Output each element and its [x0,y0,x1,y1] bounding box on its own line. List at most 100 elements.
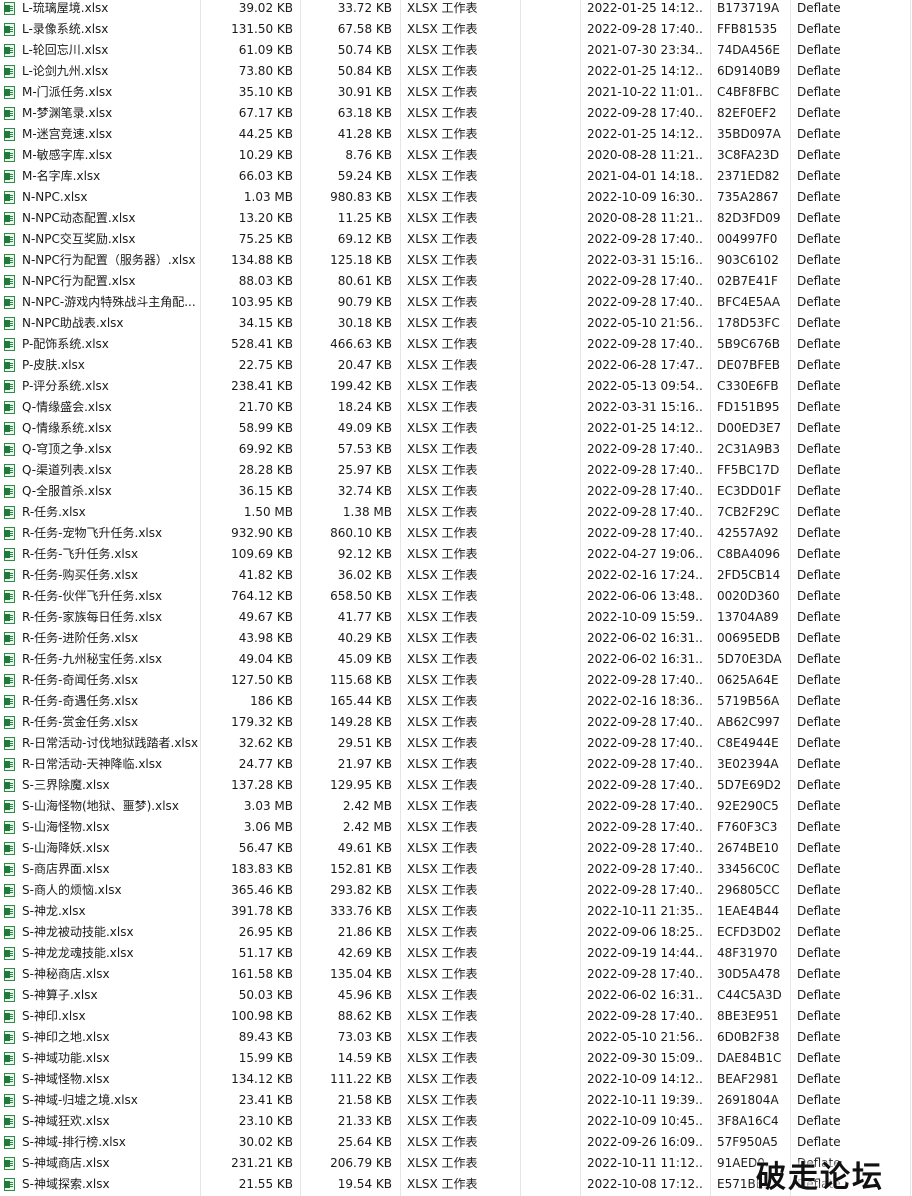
file-type: XLSX 工作表 [407,799,478,813]
file-row[interactable]: S-三界除魔.xlsx 137.28 KB 129.95 KB XLSX 工作表 202… [0,775,912,796]
file-row[interactable]: M-梦渊笔录.xlsx 67.17 KB 63.18 KB XLSX 工作表 2022-… [0,103,912,124]
file-row[interactable]: R-日常活动-天神降临.xlsx 24.77 KB 21.97 KB XLSX 工作表… [0,754,912,775]
crc32: 0625A64E [717,673,779,687]
file-row[interactable]: S-神域-归墟之境.xlsx 23.41 KB 21.58 KB XLSX 工作表 20… [0,1090,912,1111]
compression-method: Deflate [797,22,841,36]
file-row[interactable]: S-商人的烦恼.xlsx 365.46 KB 293.82 KB XLSX 工作表 20… [0,880,912,901]
file-type: XLSX 工作表 [407,820,478,834]
file-row[interactable]: Q-情缘盛会.xlsx 21.70 KB 18.24 KB XLSX 工作表 2022-… [0,397,912,418]
crc32: 42557A92 [717,526,779,540]
crc32: C8BA4096 [717,547,780,561]
file-row[interactable]: Q-全服首杀.xlsx 36.15 KB 32.74 KB XLSX 工作表 2022-… [0,481,912,502]
file-name: S-神秘商店.xlsx [22,967,110,981]
file-row[interactable]: Q-情缘系统.xlsx 58.99 KB 49.09 KB XLSX 工作表 2022-… [0,418,912,439]
file-row[interactable]: M-迷宫竞速.xlsx 44.25 KB 41.28 KB XLSX 工作表 2022-… [0,124,912,145]
file-row[interactable]: R-任务-购买任务.xlsx 41.82 KB 36.02 KB XLSX 工作表 20… [0,565,912,586]
file-row[interactable]: N-NPC助战表.xlsx 34.15 KB 30.18 KB XLSX 工作表 202… [0,313,912,334]
file-row[interactable]: S-神印之地.xlsx 89.43 KB 73.03 KB XLSX 工作表 2022-… [0,1027,912,1048]
file-row[interactable]: L-论剑九州.xlsx 73.80 KB 50.84 KB XLSX 工作表 2022-… [0,61,912,82]
file-size: 528.41 KB [231,337,293,351]
file-name: R-任务-宠物飞升任务.xlsx [22,526,163,540]
compression-method: Deflate [797,169,841,183]
file-row[interactable]: Q-穹顶之争.xlsx 69.92 KB 57.53 KB XLSX 工作表 2022-… [0,439,912,460]
file-size: 134.12 KB [231,1072,293,1086]
crc32: 02B7E41F [717,274,778,288]
packed-size: 1.38 MB [342,505,392,519]
modified-date: 2022-10-09 16:30... [587,190,703,204]
xlsx-file-icon [4,544,18,565]
file-type: XLSX 工作表 [407,589,478,603]
file-row[interactable]: M-门派任务.xlsx 35.10 KB 30.91 KB XLSX 工作表 2021-… [0,82,912,103]
file-row[interactable]: Q-渠道列表.xlsx 28.28 KB 25.97 KB XLSX 工作表 2022-… [0,460,912,481]
file-row[interactable]: R-任务-赏金任务.xlsx 179.32 KB 149.28 KB XLSX 工作表… [0,712,912,733]
file-row[interactable]: R-任务-奇遇任务.xlsx 186 KB 165.44 KB XLSX 工作表 202… [0,691,912,712]
compression-method: Deflate [797,673,841,687]
file-type: XLSX 工作表 [407,1030,478,1044]
file-row[interactable]: S-神秘商店.xlsx 161.58 KB 135.04 KB XLSX 工作表 202… [0,964,912,985]
file-row[interactable]: S-神龙.xlsx 391.78 KB 333.76 KB XLSX 工作表 2022-… [0,901,912,922]
file-row[interactable]: S-神龙被动技能.xlsx 26.95 KB 21.86 KB XLSX 工作表 202… [0,922,912,943]
file-row[interactable]: R-任务-进阶任务.xlsx 43.98 KB 40.29 KB XLSX 工作表 20… [0,628,912,649]
file-row[interactable]: S-山海怪物.xlsx 3.06 MB 2.42 MB XLSX 工作表 2022-09… [0,817,912,838]
file-type: XLSX 工作表 [407,1051,478,1065]
compression-method: Deflate [797,694,841,708]
file-row[interactable]: S-商店界面.xlsx 183.83 KB 152.81 KB XLSX 工作表 202… [0,859,912,880]
file-row[interactable]: S-山海降妖.xlsx 56.47 KB 49.61 KB XLSX 工作表 2022-… [0,838,912,859]
file-row[interactable]: N-NPC行为配置.xlsx 88.03 KB 80.61 KB XLSX 工作表 20… [0,271,912,292]
compression-method: Deflate [797,1051,841,1065]
file-row[interactable]: L-录像系统.xlsx 131.50 KB 67.58 KB XLSX 工作表 2022… [0,19,912,40]
modified-date: 2022-09-28 17:40... [587,883,703,897]
file-row[interactable]: N-NPC行为配置（服务器）.xlsx 134.88 KB 125.18 KB XLS… [0,250,912,271]
modified-date: 2022-06-02 16:31... [587,631,703,645]
file-row[interactable]: N-NPC交互奖励.xlsx 75.25 KB 69.12 KB XLSX 工作表 20… [0,229,912,250]
file-row[interactable]: P-皮肤.xlsx 22.75 KB 20.47 KB XLSX 工作表 2022-06… [0,355,912,376]
file-row[interactable]: M-名字库.xlsx 66.03 KB 59.24 KB XLSX 工作表 2021-0… [0,166,912,187]
file-row[interactable]: S-神域怪物.xlsx 134.12 KB 111.22 KB XLSX 工作表 202… [0,1069,912,1090]
packed-size: 21.58 KB [337,1093,392,1107]
file-type: XLSX 工作表 [407,400,478,414]
file-row[interactable]: S-山海怪物(地狱、噩梦).xlsx 3.03 MB 2.42 MB XLSX 工作表… [0,796,912,817]
file-row[interactable]: N-NPC.xlsx 1.03 MB 980.83 KB XLSX 工作表 2022-1… [0,187,912,208]
file-row[interactable]: L-琉璃屋境.xlsx 39.02 KB 33.72 KB XLSX 工作表 2022-… [0,0,912,19]
file-row[interactable]: S-神域功能.xlsx 15.99 KB 14.59 KB XLSX 工作表 2022-… [0,1048,912,1069]
file-row[interactable]: N-NPC-游戏内特殊战斗主角配... 103.95 KB 90.79 KB XLSX… [0,292,912,313]
file-row[interactable]: R-任务-宠物飞升任务.xlsx 932.90 KB 860.10 KB XLSX 工… [0,523,912,544]
file-type: XLSX 工作表 [407,715,478,729]
file-row[interactable]: N-NPC动态配置.xlsx 13.20 KB 11.25 KB XLSX 工作表 20… [0,208,912,229]
file-row[interactable]: R-日常活动-讨伐地狱践踏者.xlsx 32.62 KB 29.51 KB XLSX … [0,733,912,754]
file-row[interactable]: S-神龙龙魂技能.xlsx 51.17 KB 42.69 KB XLSX 工作表 202… [0,943,912,964]
file-row[interactable]: S-神算子.xlsx 50.03 KB 45.96 KB XLSX 工作表 2022-0… [0,985,912,1006]
packed-size: 92.12 KB [337,547,392,561]
crc32: 2C31A9B3 [717,442,780,456]
xlsx-file-icon [4,670,18,691]
file-row[interactable]: R-任务-九州秘宝任务.xlsx 49.04 KB 45.09 KB XLSX 工作表… [0,649,912,670]
file-size: 58.99 KB [238,421,293,435]
modified-date: 2022-09-28 17:40... [587,1009,703,1023]
file-row[interactable]: P-配饰系统.xlsx 528.41 KB 466.63 KB XLSX 工作表 202… [0,334,912,355]
crc32: AB62C997 [717,715,780,729]
file-row[interactable]: R-任务-飞升任务.xlsx 109.69 KB 92.12 KB XLSX 工作表 2… [0,544,912,565]
crc32: 2FD5CB14 [717,568,781,582]
file-size: 238.41 KB [231,379,293,393]
file-type: XLSX 工作表 [407,148,478,162]
xlsx-file-icon [4,943,18,964]
packed-size: 2.42 MB [342,820,392,834]
file-row[interactable]: R-任务.xlsx 1.50 MB 1.38 MB XLSX 工作表 2022-09-2… [0,502,912,523]
compression-method: Deflate [797,883,841,897]
file-row[interactable]: L-轮回忘川.xlsx 61.09 KB 50.74 KB XLSX 工作表 2021-… [0,40,912,61]
modified-date: 2022-06-28 17:47... [587,358,703,372]
file-row[interactable]: S-神域狂欢.xlsx 23.10 KB 21.33 KB XLSX 工作表 2022-… [0,1111,912,1132]
compression-method: Deflate [797,148,841,162]
compression-method: Deflate [797,1093,841,1107]
packed-size: 199.42 KB [330,379,392,393]
file-row[interactable]: S-神域-排行榜.xlsx 30.02 KB 25.64 KB XLSX 工作表 202… [0,1132,912,1153]
file-row[interactable]: R-任务-家族每日任务.xlsx 49.67 KB 41.77 KB XLSX 工作表… [0,607,912,628]
archive-file-list[interactable]: L-琉璃屋境.xlsx 39.02 KB 33.72 KB XLSX 工作表 2022-… [0,0,912,1195]
file-row[interactable]: P-评分系统.xlsx 238.41 KB 199.42 KB XLSX 工作表 202… [0,376,912,397]
file-row[interactable]: R-任务-奇闻任务.xlsx 127.50 KB 115.68 KB XLSX 工作表… [0,670,912,691]
file-row[interactable]: R-任务-伙伴飞升任务.xlsx 764.12 KB 658.50 KB XLSX 工… [0,586,912,607]
file-type: XLSX 工作表 [407,43,478,57]
file-row[interactable]: S-神印.xlsx 100.98 KB 88.62 KB XLSX 工作表 2022-0… [0,1006,912,1027]
crc32: 35BD097A [717,127,781,141]
file-row[interactable]: M-敏感字库.xlsx 10.29 KB 8.76 KB XLSX 工作表 2020-0… [0,145,912,166]
